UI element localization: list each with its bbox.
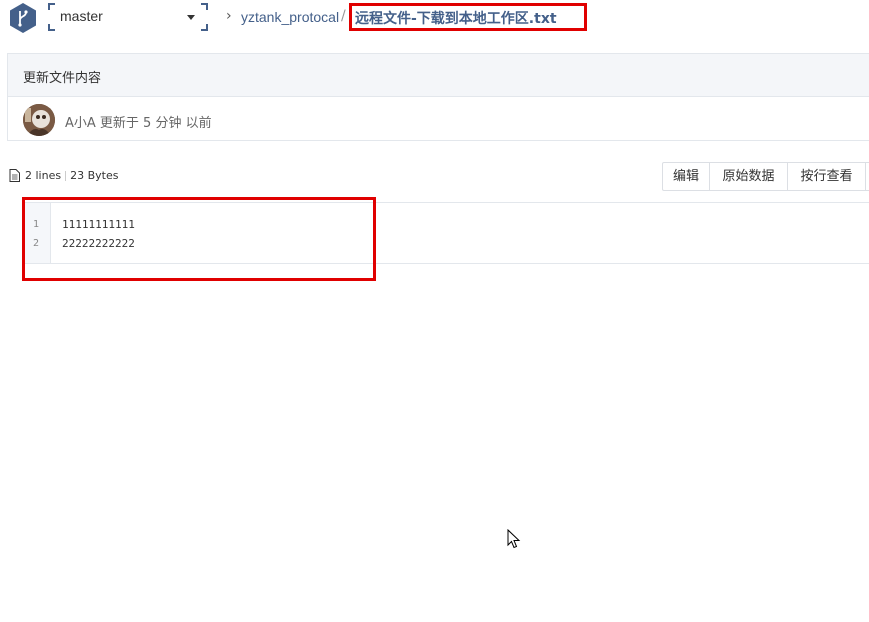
branch-icon bbox=[8, 3, 38, 33]
caret-down-icon bbox=[187, 15, 195, 20]
mouse-cursor-icon bbox=[507, 529, 521, 549]
commit-message: 更新文件内容 bbox=[8, 54, 869, 97]
commit-author-time: A小A 更新于 5 分钟 以前 bbox=[65, 116, 212, 131]
highlight-box-code bbox=[22, 197, 376, 281]
breadcrumb-repo-link[interactable]: yztank_protocal bbox=[241, 9, 339, 25]
chevron-right-icon: › bbox=[226, 8, 232, 24]
breadcrumb-separator: / bbox=[341, 8, 346, 24]
edit-button[interactable]: 编辑 bbox=[662, 162, 710, 191]
file-icon bbox=[9, 169, 20, 182]
file-size: 23 Bytes bbox=[70, 169, 119, 182]
line-count: 2 lines bbox=[25, 169, 62, 182]
highlight-box-filename bbox=[349, 3, 587, 31]
meta-divider bbox=[65, 170, 67, 181]
file-actions: 编辑 原始数据 按行查看 bbox=[662, 162, 869, 191]
file-meta: 2 lines 23 Bytes bbox=[9, 169, 118, 182]
avatar[interactable] bbox=[23, 104, 55, 136]
branch-select[interactable]: master bbox=[48, 3, 208, 31]
commit-panel: 更新文件内容 A小A 更新于 5 分钟 以前 bbox=[7, 53, 869, 141]
raw-button[interactable]: 原始数据 bbox=[710, 162, 788, 191]
branch-name: master bbox=[60, 8, 103, 24]
blame-button[interactable]: 按行查看 bbox=[788, 162, 866, 191]
